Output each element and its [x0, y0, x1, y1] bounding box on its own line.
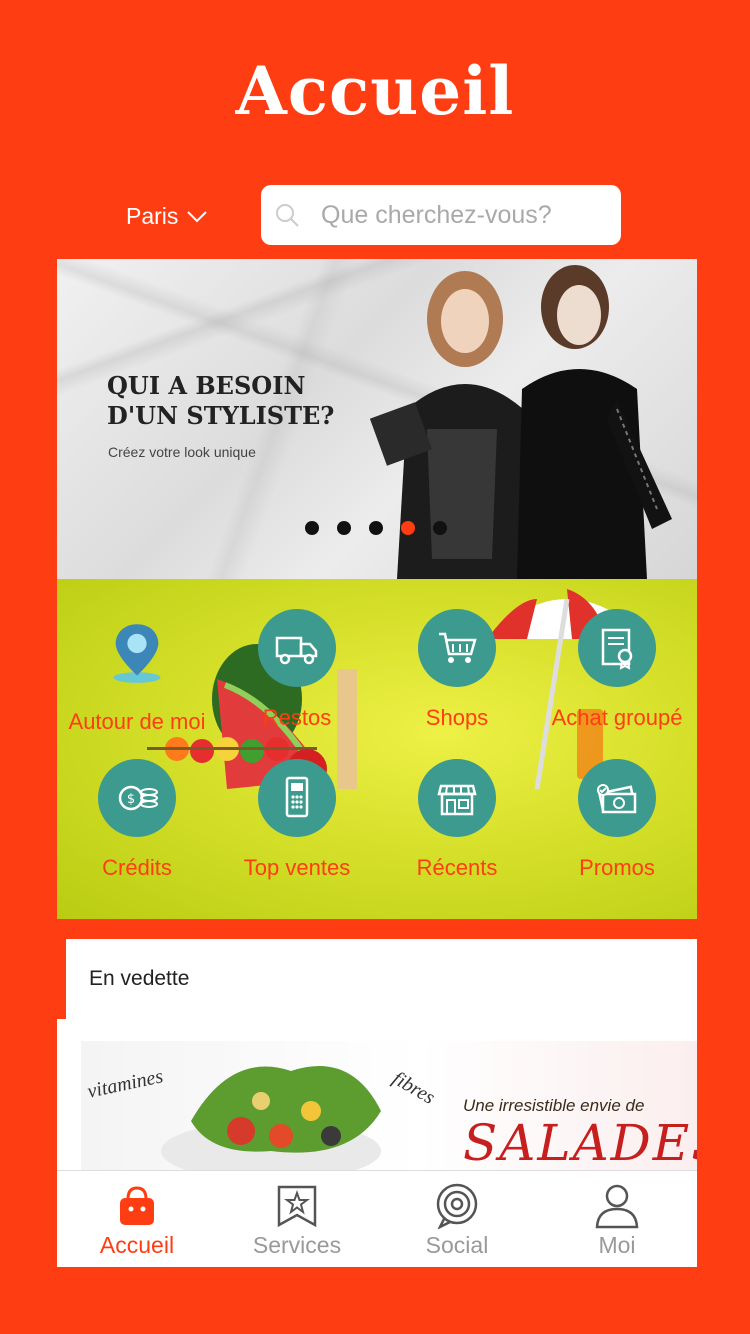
search-input[interactable]	[321, 200, 601, 230]
category-credits[interactable]: $ Crédits	[57, 759, 217, 881]
category-label: Récents	[416, 855, 498, 880]
category-grid: Autour de moi Restos Shops Achat groupé …	[57, 579, 697, 919]
carousel-dots	[305, 521, 447, 535]
tab-moi[interactable]: Moi	[537, 1171, 697, 1267]
star-bookmark-icon	[277, 1185, 317, 1228]
promo-banner[interactable]: QUI A BESOIN D'UN STYLISTE? Créez votre …	[57, 259, 697, 579]
category-restos[interactable]: Restos	[217, 609, 377, 731]
category-achat-groupe[interactable]: Achat groupé	[537, 609, 697, 731]
payment-terminal-icon	[285, 776, 309, 818]
shopping-bag-icon	[120, 1186, 154, 1225]
featured-section-header: En vedette	[57, 939, 697, 1019]
delivery-truck-icon	[275, 636, 318, 665]
banner-headline: QUI A BESOIN D'UN STYLISTE?	[107, 371, 335, 430]
city-selector[interactable]: Paris	[126, 203, 208, 230]
category-label: Shops	[425, 705, 489, 730]
tab-label: Accueil	[99, 1232, 175, 1258]
page-title: Accueil	[235, 52, 515, 130]
category-label: Top ventes	[243, 855, 351, 880]
shopping-cart-icon	[439, 632, 477, 663]
category-top-ventes[interactable]: Top ventes	[217, 759, 377, 881]
map-pin-icon	[113, 624, 161, 683]
carousel-dot[interactable]	[369, 521, 383, 535]
storefront-icon	[437, 784, 477, 816]
banner-subtitle: Créez votre look unique	[108, 444, 256, 460]
featured-title: En vedette	[89, 967, 190, 990]
salades-tagline: Une irresistible envie de	[463, 1096, 645, 1115]
tab-services[interactable]: Services	[217, 1171, 377, 1267]
coins-icon: $	[118, 785, 158, 811]
category-label: Restos	[262, 705, 332, 730]
salades-title: SALADES	[463, 1114, 697, 1170]
category-recents[interactable]: Récents	[377, 759, 537, 881]
salad-plate-image	[161, 1066, 381, 1170]
certificate-icon	[601, 628, 633, 670]
tab-label: Services	[252, 1232, 342, 1258]
tab-label: Social	[425, 1232, 489, 1258]
carousel-dot[interactable]	[337, 521, 351, 535]
svg-text:$: $	[127, 792, 135, 807]
target-icon	[436, 1183, 478, 1229]
chevron-down-icon	[187, 210, 208, 222]
section-accent-bar	[57, 939, 66, 1019]
category-label: Autour de moi	[68, 709, 206, 734]
tab-social[interactable]: Social	[377, 1171, 537, 1267]
featured-salad-image: vitamines fibres Une irresistible envie …	[81, 1041, 697, 1170]
search-icon	[276, 204, 299, 227]
category-promos[interactable]: Promos	[537, 759, 697, 881]
city-label: Paris	[126, 203, 179, 229]
category-shops[interactable]: Shops	[377, 609, 537, 731]
category-label: Crédits	[102, 855, 172, 880]
category-autour-de-moi[interactable]: Autour de moi	[57, 613, 217, 735]
money-bills-icon	[597, 784, 637, 814]
category-label: Promos	[579, 855, 655, 880]
tab-label: Moi	[598, 1232, 636, 1258]
carousel-dot-active[interactable]	[401, 521, 415, 535]
carousel-dot[interactable]	[433, 521, 447, 535]
bottom-tab-bar: Accueil Services Social Moi	[57, 1170, 697, 1267]
user-icon	[595, 1184, 639, 1229]
search-bar[interactable]	[261, 185, 621, 245]
tab-accueil[interactable]: Accueil	[57, 1171, 217, 1267]
category-label: Achat groupé	[551, 705, 683, 730]
carousel-dot[interactable]	[305, 521, 319, 535]
salades-brand: Une irresistible envie de SALADES	[463, 1096, 697, 1170]
featured-card[interactable]: vitamines fibres Une irresistible envie …	[57, 1019, 697, 1170]
